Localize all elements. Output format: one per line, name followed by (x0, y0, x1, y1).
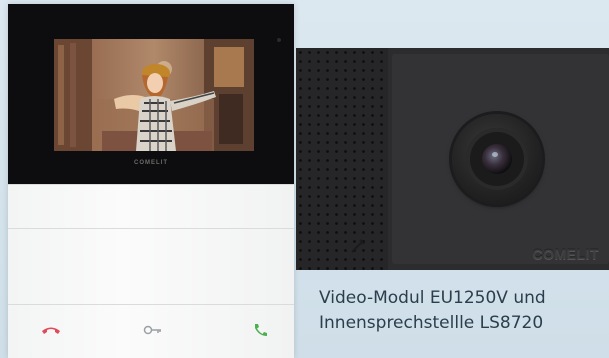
module-brand-logo: COMELIT (532, 246, 599, 262)
camera-icon (452, 114, 542, 204)
lens-glint (492, 152, 498, 157)
camera-lens (482, 144, 512, 174)
indoor-station: COMELIT (8, 4, 294, 358)
panel-divider (8, 304, 294, 305)
panel-divider (8, 184, 294, 185)
status-led (277, 38, 281, 42)
caption-line-1: Video-Modul EU1250V und (319, 288, 546, 308)
indoor-station-display-panel: COMELIT (8, 4, 294, 184)
display-screen (54, 39, 254, 151)
indoor-brand-logo: COMELIT (134, 160, 168, 166)
screen-image (54, 39, 254, 151)
phone-hangup-icon[interactable] (40, 322, 62, 338)
panel-divider (8, 228, 294, 229)
wrench-icon (351, 239, 365, 253)
phone-answer-icon[interactable] (250, 322, 272, 338)
video-module: COMELIT (296, 48, 609, 270)
camera-bezel (466, 128, 528, 190)
caption-line-2: Innensprechstellle LS8720 (319, 313, 544, 333)
product-caption: Video-Modul EU1250V und Innensprechstell… (319, 286, 607, 336)
key-icon[interactable] (142, 322, 164, 338)
speaker-grille (296, 48, 388, 270)
